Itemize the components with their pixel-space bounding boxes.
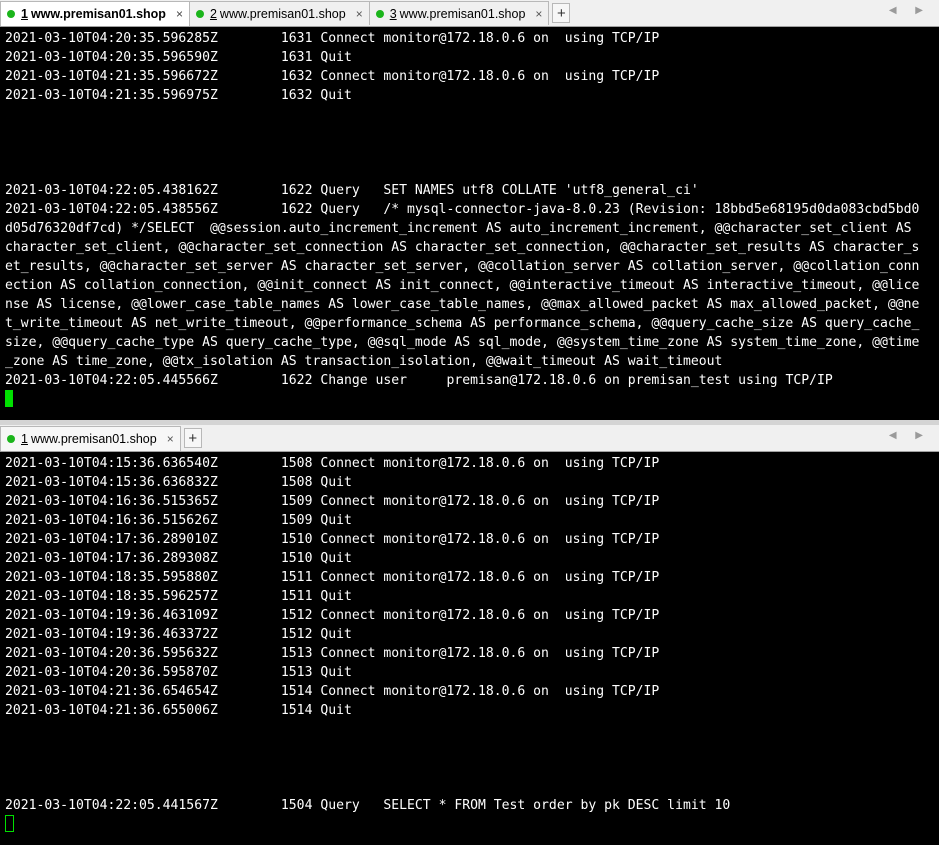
terminal-cursor bbox=[5, 815, 14, 832]
tab-scroll-arrows-icon[interactable]: ◀ ▶ bbox=[889, 430, 931, 441]
top-terminal-pane[interactable]: 1 www.premisan01.shop × 2 www.premisan01… bbox=[0, 0, 939, 420]
connected-status-icon bbox=[195, 9, 204, 18]
top-tab-bar: 1 www.premisan01.shop × 2 www.premisan01… bbox=[0, 0, 939, 27]
tab-session-3[interactable]: 3 www.premisan01.shop × bbox=[368, 1, 550, 25]
tab-session-1[interactable]: 1 www.premisan01.shop × bbox=[0, 1, 190, 26]
close-icon[interactable]: × bbox=[167, 432, 174, 446]
terminal-cursor bbox=[5, 390, 13, 407]
tab-number: 1 bbox=[21, 432, 28, 446]
new-tab-button[interactable]: + bbox=[183, 428, 202, 448]
terminal-output[interactable]: 2021-03-10T04:20:35.596285Z 1631 Connect… bbox=[5, 29, 939, 409]
tab-scroll-arrows-icon[interactable]: ◀ ▶ bbox=[889, 5, 931, 16]
tab-session-1[interactable]: 1 www.premisan01.shop × bbox=[0, 426, 181, 451]
close-icon[interactable]: × bbox=[176, 7, 183, 21]
terminal-output[interactable]: 2021-03-10T04:15:36.636540Z 1508 Connect… bbox=[5, 454, 939, 834]
tab-session-2[interactable]: 2 www.premisan01.shop × bbox=[188, 1, 370, 25]
tab-label: www.premisan01.shop bbox=[30, 432, 157, 446]
connected-status-icon bbox=[7, 10, 15, 18]
close-icon[interactable]: × bbox=[356, 7, 363, 21]
tab-label: www.premisan01.shop bbox=[30, 7, 166, 21]
connected-status-icon bbox=[7, 435, 15, 443]
terminal-text: 2021-03-10T04:15:36.636540Z 1508 Connect… bbox=[5, 456, 731, 813]
bottom-tab-bar: 1 www.premisan01.shop × + ◀ ▶ bbox=[0, 425, 939, 452]
tab-label: www.premisan01.shop bbox=[219, 6, 346, 21]
tab-label: www.premisan01.shop bbox=[399, 6, 526, 21]
terminal-text: 2021-03-10T04:20:35.596285Z 1631 Connect… bbox=[5, 31, 920, 388]
tab-number: 1 bbox=[21, 7, 28, 21]
connected-status-icon bbox=[375, 9, 384, 18]
tab-number: 2 bbox=[209, 6, 217, 21]
close-icon[interactable]: × bbox=[535, 7, 542, 21]
bottom-terminal-pane[interactable]: 1 www.premisan01.shop × + ◀ ▶ 2021-03-10… bbox=[0, 425, 939, 845]
new-tab-button[interactable]: + bbox=[552, 3, 571, 23]
tab-number: 3 bbox=[389, 6, 397, 21]
